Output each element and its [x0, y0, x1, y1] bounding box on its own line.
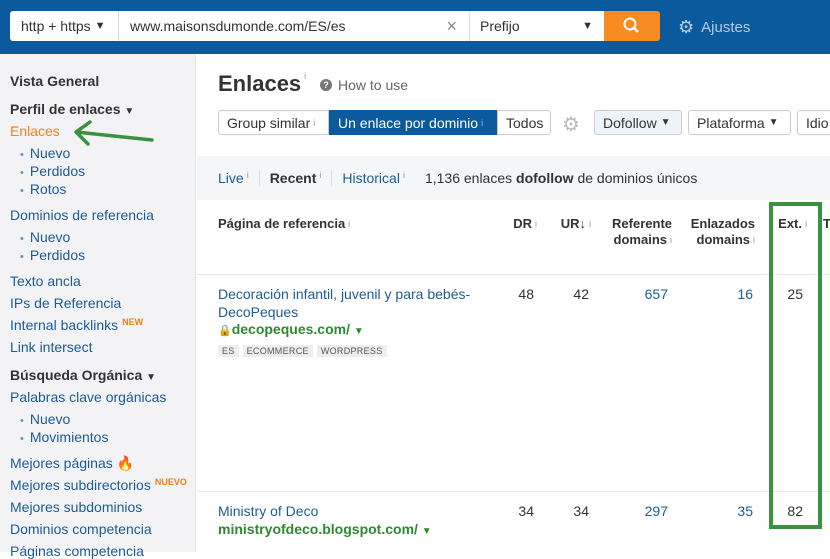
new-badge: NEW: [122, 317, 144, 327]
ref-domains-value[interactable]: 297: [607, 503, 668, 519]
linked-domains-value[interactable]: 16: [697, 286, 753, 302]
linked-domains-value[interactable]: 35: [697, 503, 753, 519]
gear-icon: ⚙: [678, 17, 695, 37]
caret-down-icon: ▼: [353, 326, 364, 337]
sidebar-top-subdomains[interactable]: Mejores subdominios: [10, 499, 142, 515]
search-icon: [623, 17, 639, 33]
sidebar-links-lost[interactable]: Perdidos: [20, 163, 85, 179]
tab-live[interactable]: Live i: [218, 170, 260, 186]
all-button[interactable]: Todos: [497, 110, 551, 135]
dr-value: 48: [518, 286, 534, 302]
language-filter[interactable]: Idio: [797, 110, 830, 135]
sidebar-backlink-profile[interactable]: Perfil de enlaces ▼: [10, 101, 134, 117]
ur-value: 42: [573, 286, 589, 302]
how-to-use-link[interactable]: ? How to use: [320, 77, 408, 93]
sidebar-keywords[interactable]: Palabras clave orgánicas: [10, 389, 166, 405]
tab-historical[interactable]: Historical i: [342, 170, 415, 186]
one-per-domain-button[interactable]: Un enlace por dominio i: [329, 110, 497, 135]
page-title-link[interactable]: Decoración infantil, juvenil y para bebé…: [218, 285, 488, 321]
page-title-link[interactable]: Ministry of Deco: [218, 503, 318, 519]
sidebar-links-broken[interactable]: Rotos: [20, 181, 67, 197]
col-dr[interactable]: DR i: [497, 216, 537, 232]
domain-link[interactable]: ministryofdeco.blogspot.com/ ▼: [218, 521, 432, 537]
sidebar-competitors[interactable]: Dominios competencia: [10, 521, 152, 537]
sidebar-overview[interactable]: Vista General: [10, 73, 99, 89]
lock-icon: 🔒: [218, 325, 232, 337]
annotation-arrow-icon: [74, 120, 154, 146]
top-bar: http + https ▼ www.maisonsdumonde.com/ES…: [0, 0, 830, 54]
sidebar-ref-new[interactable]: Nuevo: [20, 229, 70, 245]
page-title: Enlaces i: [218, 71, 307, 96]
sidebar-ref-domains[interactable]: Dominios de referencia: [10, 207, 154, 223]
sidebar-links-new[interactable]: Nuevo: [20, 145, 70, 161]
main-content: Enlaces i ? How to use Group similar i Un e…: [197, 54, 830, 552]
ur-value: 34: [573, 503, 589, 519]
sidebar-organic[interactable]: Búsqueda Orgánica ▼: [10, 367, 156, 383]
dofollow-filter[interactable]: Dofollow ▼: [594, 110, 682, 135]
sidebar-links[interactable]: Enlaces: [10, 123, 60, 139]
sidebar-top-pages[interactable]: Mejores páginas 🔥: [10, 455, 134, 472]
summary-text: 1,136 enlaces dofollow de dominios único…: [424, 170, 698, 186]
group-similar-button[interactable]: Group similar i: [218, 110, 329, 135]
search-button[interactable]: [604, 11, 660, 41]
caret-down-icon: ▼: [582, 20, 593, 32]
caret-down-icon: ▼: [768, 117, 779, 128]
sidebar-ips[interactable]: IPs de Referencia: [10, 295, 121, 311]
tags: ES ECOMMERCE WORDPRESS: [218, 341, 391, 357]
fire-icon: 🔥: [116, 455, 135, 471]
caret-down-icon: ▼: [660, 117, 671, 128]
ref-domains-value[interactable]: 657: [607, 286, 668, 302]
gear-icon[interactable]: ⚙: [562, 112, 580, 137]
caret-down-icon: ▼: [94, 20, 106, 32]
sidebar-internal[interactable]: Internal backlinks NEW: [10, 317, 143, 333]
dr-value: 34: [518, 503, 534, 519]
help-icon: ?: [320, 79, 332, 91]
platform-filter[interactable]: Plataforma ▼: [688, 110, 791, 135]
mode-bar: Live i Recent i Historical i 1,136 enlaces …: [197, 156, 830, 200]
col-ref-domains[interactable]: Referente domains i: [597, 216, 672, 248]
sidebar-top-subdirs[interactable]: Mejores subdirectorios NUEVO: [10, 477, 187, 493]
domain-link[interactable]: 🔒decopeques.com/ ▼: [218, 321, 364, 337]
caret-down-icon: ▼: [146, 372, 157, 383]
sidebar-comp-pages[interactable]: Páginas competencia: [10, 543, 144, 559]
url-input[interactable]: www.maisonsdumonde.com/ES/es ×: [118, 11, 469, 41]
sidebar-ref-lost[interactable]: Perdidos: [20, 247, 85, 263]
col-ur[interactable]: UR↓ i: [547, 216, 591, 232]
sidebar-intersect[interactable]: Link intersect: [10, 339, 92, 355]
col-t[interactable]: T: [823, 216, 830, 232]
sidebar-anchor[interactable]: Texto ancla: [10, 273, 81, 289]
divider: [197, 274, 830, 275]
col-linked-domains[interactable]: Enlazados domains i: [677, 216, 755, 248]
clear-icon[interactable]: ×: [446, 16, 457, 37]
annotation-highlight-box: [769, 202, 822, 529]
caret-down-icon: ▼: [124, 106, 135, 117]
sidebar-kw-moves[interactable]: Movimientos: [20, 429, 109, 445]
settings-button[interactable]: ⚙ Ajustes: [678, 17, 750, 38]
protocol-select[interactable]: http + https ▼: [10, 11, 118, 41]
caret-down-icon: ▼: [421, 526, 432, 537]
sidebar-kw-new[interactable]: Nuevo: [20, 411, 70, 427]
col-referring-page[interactable]: Página de referencia i: [218, 216, 350, 232]
new-badge: NUEVO: [154, 477, 187, 487]
sort-down-icon: ↓: [579, 216, 587, 231]
tab-recent[interactable]: Recent i: [270, 170, 333, 186]
divider: [197, 491, 830, 492]
mode-select[interactable]: Prefijo ▼: [469, 11, 605, 41]
